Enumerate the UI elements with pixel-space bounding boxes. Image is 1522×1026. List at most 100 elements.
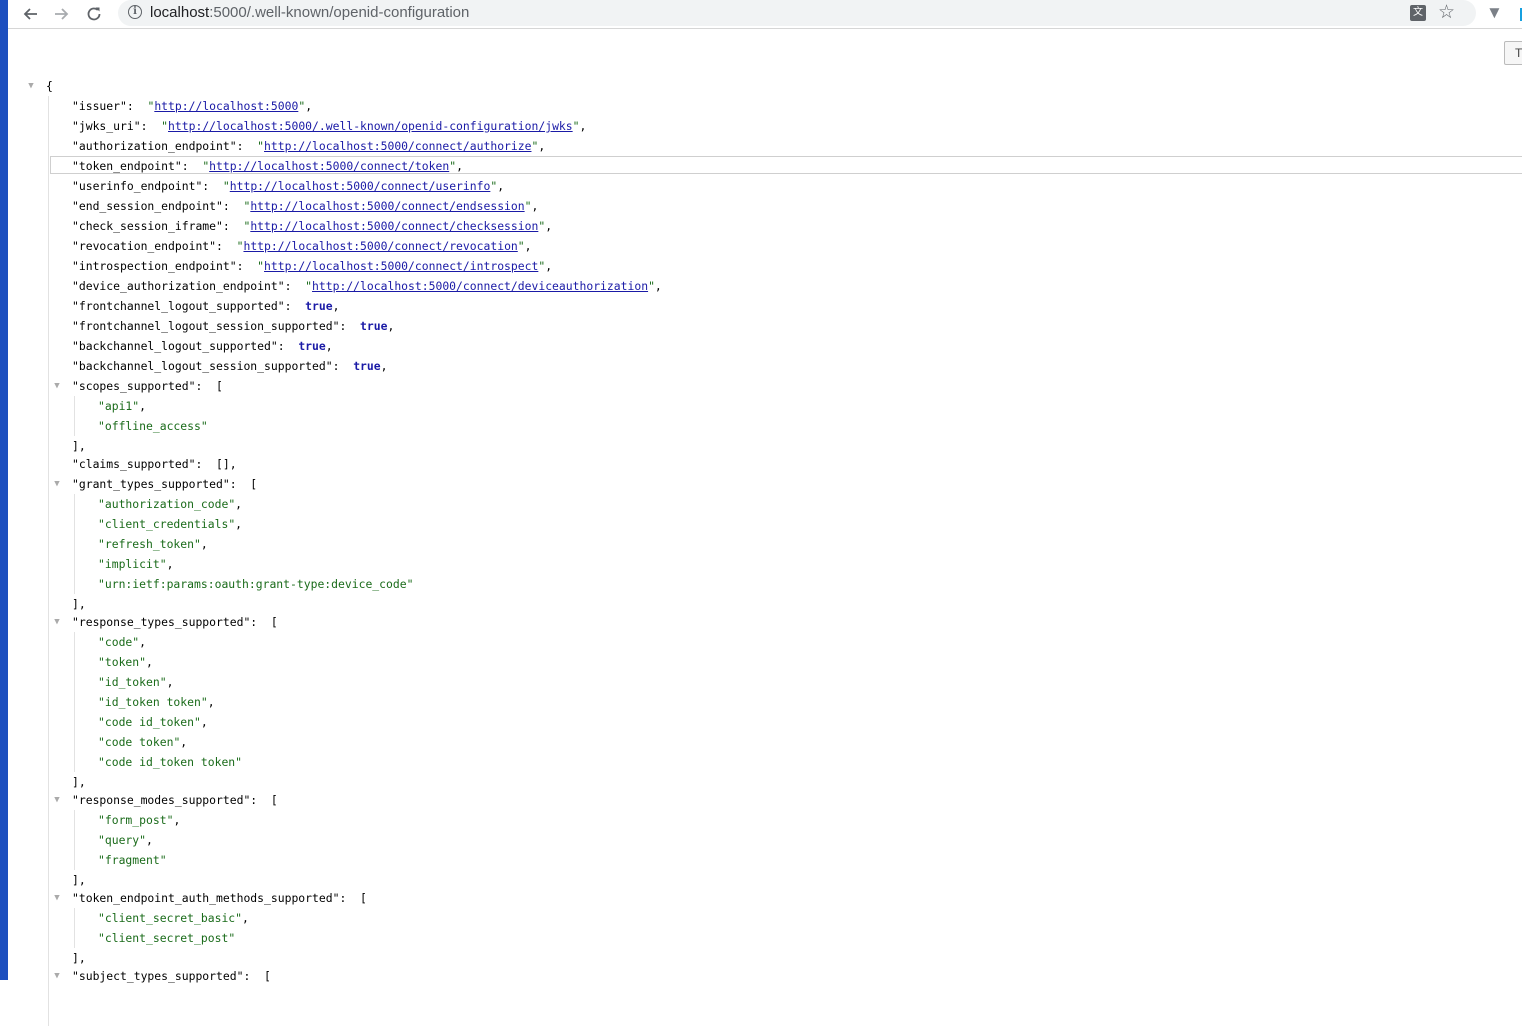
comma: , [545, 259, 553, 273]
comma: , [139, 399, 147, 413]
comma: , [654, 279, 662, 293]
json-key-name: device_authorization_endpoint [78, 279, 278, 293]
bracket-close: ], [72, 873, 86, 887]
quote: " [98, 833, 105, 847]
quote: " [406, 577, 414, 591]
json-entry-grant-types-supported: "grant_types_supported": [ [72, 477, 258, 491]
indent-guide [48, 96, 49, 1026]
brace: { [46, 79, 53, 93]
address-bar[interactable]: i localhost:5000/.well-known/openid-conf… [118, 0, 1476, 26]
comma: , [456, 159, 463, 173]
json-array-close: ], [72, 436, 86, 456]
json-array-item: "fragment" [98, 850, 167, 870]
comma: , [139, 635, 147, 649]
json-string-value: implicit [104, 557, 160, 571]
json-string-value: refresh_token [104, 537, 195, 551]
quote: " [98, 557, 105, 571]
json-link-value[interactable]: http://localhost:5000/connect/introspect [264, 259, 538, 273]
collapse-toggle-icon[interactable]: ▼ [52, 790, 62, 810]
comma: , [538, 139, 546, 153]
url-text[interactable]: localhost:5000/.well-known/openid-config… [150, 4, 469, 21]
star-icon[interactable]: ☆ [1438, 1, 1455, 25]
json-string-value: client_credentials [104, 517, 229, 531]
quote: " [305, 279, 313, 293]
indent-guide [74, 396, 75, 436]
comma: , [545, 219, 553, 233]
quote: " [98, 695, 105, 709]
json-array-item: "id_token", [98, 672, 173, 692]
comma: , [497, 179, 505, 193]
json-key-name: jwks_uri [78, 119, 134, 133]
json-key-name: backchannel_logout_session_supported [78, 359, 326, 373]
indent-guide [74, 494, 75, 594]
json-array-item: "client_secret_post" [98, 928, 235, 948]
quote: " [98, 655, 105, 669]
indent-guide [74, 908, 75, 948]
comma: , [332, 299, 340, 313]
info-icon[interactable]: i [128, 5, 142, 19]
json-key: " [72, 239, 79, 253]
json-entry-introspection-endpoint: "introspection_endpoint": "http://localh… [72, 259, 553, 273]
json-entry-token-endpoint-auth-methods-supported: "token_endpoint_auth_methods_supported":… [72, 891, 367, 905]
json-array-item: "code id_token", [98, 712, 208, 732]
json-key-name: token_endpoint [78, 159, 175, 173]
json-string-value: api1 [104, 399, 133, 413]
comma: , [180, 735, 188, 749]
comma: , [579, 119, 587, 133]
json-key-name: grant_types_supported [78, 477, 223, 491]
bracket-close: ], [72, 775, 86, 789]
json-array-item: "authorization_code", [98, 494, 242, 514]
json-link-value[interactable]: http://localhost:5000/connect/authorize [264, 139, 531, 153]
translate-icon[interactable]: 文 [1410, 5, 1426, 21]
quote: " [98, 813, 105, 827]
collapse-toggle-icon[interactable]: ▼ [52, 612, 62, 632]
json-key-name: backchannel_logout_supported [78, 339, 271, 353]
json-link-value[interactable]: http://localhost:5000/connect/checksessi… [250, 219, 538, 233]
json-key: " [72, 339, 79, 353]
json-entry-revocation-endpoint: "revocation_endpoint": "http://localhost… [72, 239, 532, 253]
json-link-value[interactable]: http://localhost:5000 [154, 99, 298, 113]
json-link-value[interactable]: http://localhost:5000/connect/deviceauth… [312, 279, 648, 293]
collapse-toggle-icon[interactable]: ▼ [52, 966, 62, 986]
json-key-name: frontchannel_logout_session_supported [78, 319, 333, 333]
json-key: " [72, 139, 79, 153]
left-window-edge [0, 0, 8, 980]
comma: , [531, 199, 539, 213]
reload-icon[interactable] [82, 2, 106, 26]
json-key: " [72, 159, 79, 173]
extension-v-icon[interactable]: ▼ [1486, 3, 1503, 23]
json-link-value[interactable]: http://localhost:5000/connect/revocation [243, 239, 517, 253]
json-entry-jwks-uri: "jwks_uri": "http://localhost:5000/.well… [72, 119, 587, 133]
url-path: :5000/.well-known/openid-configuration [209, 4, 470, 21]
json-link-value[interactable]: http://localhost:5000/connect/endsession [250, 199, 524, 213]
json-link-value[interactable]: http://localhost:5000/.well-known/openid… [168, 119, 573, 133]
json-entry-device-authorization-endpoint: "device_authorization_endpoint": "http:/… [72, 279, 662, 293]
json-link-value[interactable]: http://localhost:5000/connect/userinfo [230, 179, 491, 193]
collapse-toggle-icon[interactable]: ▼ [26, 76, 36, 96]
bracket-close: ], [72, 597, 86, 611]
json-bool-value: true [298, 339, 326, 353]
json-entry-frontchannel-logout-supported: "frontchannel_logout_supported": true, [72, 299, 340, 313]
forward-arrow-icon[interactable] [50, 2, 74, 26]
json-key: " [72, 219, 79, 233]
quote: " [98, 399, 105, 413]
comma: , [387, 319, 395, 333]
json-array-close: ], [72, 594, 86, 614]
json-array-item: "api1", [98, 396, 146, 416]
json-string-value: authorization_code [104, 497, 229, 511]
json-array-item: "implicit", [98, 554, 173, 574]
comma: , [235, 497, 243, 511]
back-arrow-icon[interactable] [18, 2, 42, 26]
raw-toggle-label: T [1515, 46, 1522, 60]
json-key: " [72, 319, 79, 333]
json-array-item: "query", [98, 830, 153, 850]
collapse-toggle-icon[interactable]: ▼ [52, 376, 62, 396]
json-link-value[interactable]: http://localhost:5000/connect/token [209, 159, 449, 173]
quote: " [235, 911, 243, 925]
quote: " [572, 119, 580, 133]
json-entry-subject-types-supported: "subject_types_supported": [ [72, 969, 271, 983]
collapse-toggle-icon[interactable]: ▼ [52, 474, 62, 494]
comma: , [146, 833, 153, 847]
raw-view-toggle-button[interactable]: T [1504, 41, 1522, 65]
collapse-toggle-icon[interactable]: ▼ [52, 888, 62, 908]
